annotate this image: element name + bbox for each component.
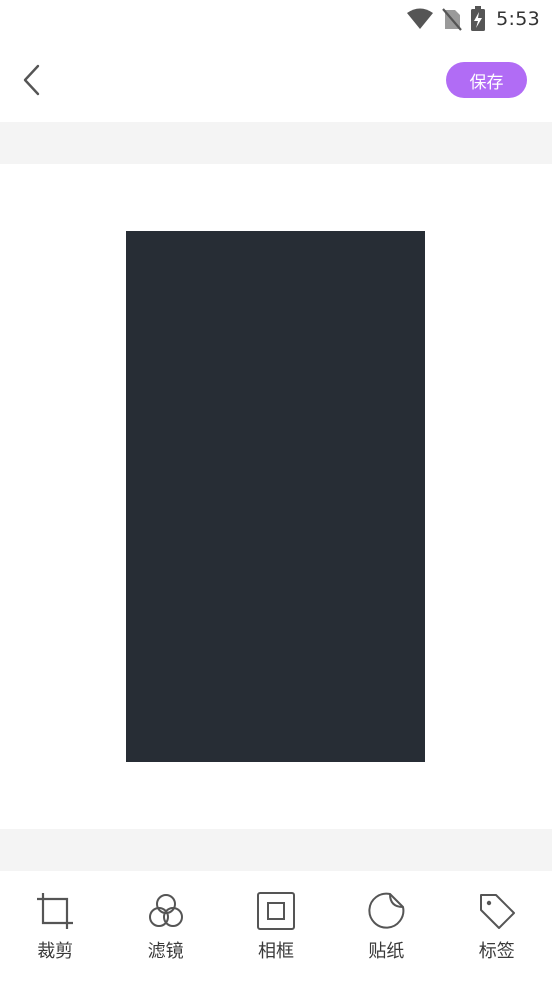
canvas-bottom-band [0, 829, 552, 871]
status-bar: 5:53 [0, 0, 552, 38]
photo-editor-screen: 5:53 保存 裁剪 滤镜 相框 贴纸 标签 [0, 0, 552, 981]
tool-sticker[interactable]: 贴纸 [331, 871, 441, 981]
status-icons: 5:53 [406, 4, 540, 34]
sticker-icon [368, 892, 405, 929]
tool-tag[interactable]: 标签 [442, 871, 552, 981]
tool-tag-label: 标签 [478, 941, 515, 962]
tool-filter[interactable]: 滤镜 [110, 871, 220, 981]
tool-crop[interactable]: 裁剪 [0, 871, 110, 981]
editor-header: 保存 [0, 38, 552, 122]
tool-frame[interactable]: 相框 [221, 871, 331, 981]
filter-icon [148, 894, 183, 927]
frame-icon [256, 892, 295, 930]
canvas-area [0, 164, 552, 829]
status-time: 5:53 [496, 8, 540, 30]
chevron-left-icon [23, 64, 40, 96]
crop-icon [37, 893, 74, 929]
tag-icon [479, 894, 515, 929]
no-sim-icon [442, 8, 462, 31]
tool-filter-label: 滤镜 [147, 941, 184, 962]
tool-crop-label: 裁剪 [37, 941, 74, 962]
back-button[interactable] [14, 58, 50, 102]
save-button[interactable]: 保存 [446, 62, 527, 98]
image-preview[interactable] [126, 231, 425, 762]
wifi-icon [407, 8, 434, 29]
canvas-top-band [0, 122, 552, 164]
edit-toolbar: 裁剪 滤镜 相框 贴纸 标签 [0, 871, 552, 981]
battery-charging-icon [471, 6, 486, 31]
tool-frame-label: 相框 [257, 941, 294, 962]
tool-sticker-label: 贴纸 [368, 941, 405, 962]
